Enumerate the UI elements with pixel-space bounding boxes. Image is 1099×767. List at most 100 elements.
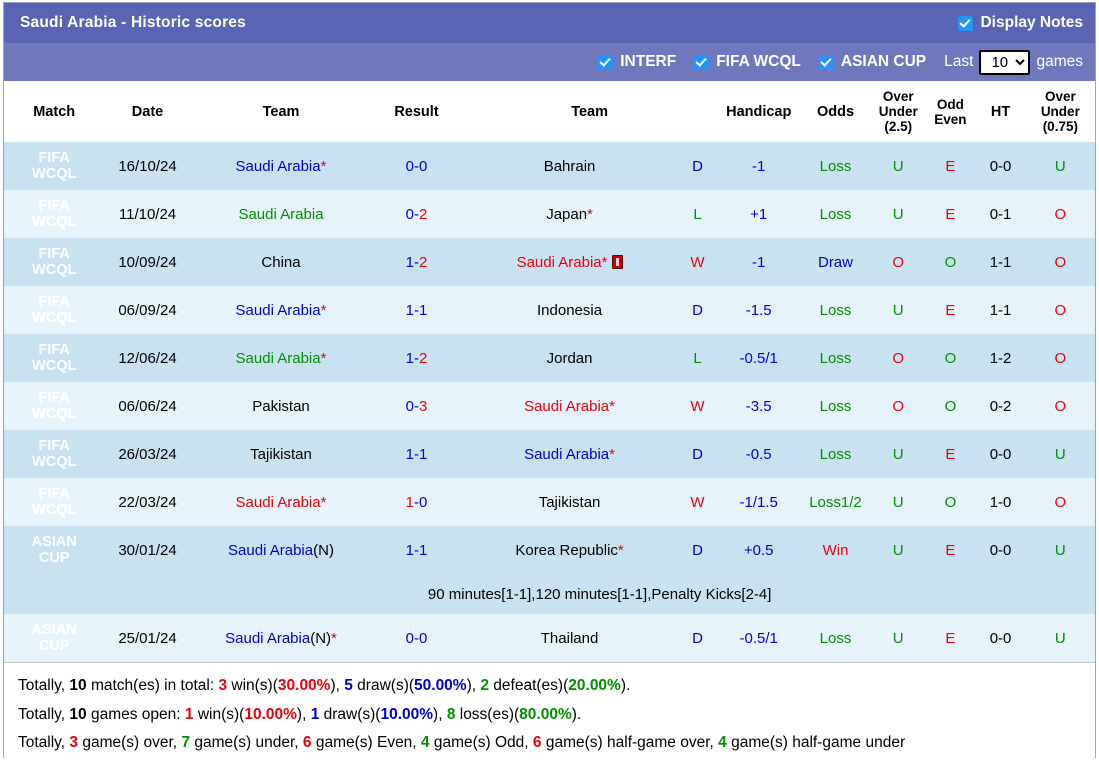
filter-fifa-wcql[interactable]: FIFA WCQL xyxy=(694,53,801,71)
interf-checkbox-icon[interactable] xyxy=(598,54,614,70)
home-team[interactable]: Saudi Arabia(N)* xyxy=(190,614,372,663)
competition-badge[interactable]: FIFA WCQL xyxy=(4,478,105,527)
match-note: 90 minutes[1-1],120 minutes[1-1],Penalty… xyxy=(104,574,1095,615)
table-row[interactable]: FIFA WCQL 12/06/24 Saudi Arabia* 1-2 Jordan L -… xyxy=(4,334,1095,383)
team-name-away[interactable]: Bahrain xyxy=(544,158,596,175)
match-result[interactable]: 0-3 xyxy=(371,382,462,431)
summary-segment: ), xyxy=(296,705,311,723)
asian-cup-checkbox-icon[interactable] xyxy=(818,54,834,70)
match-result[interactable]: 0-0 xyxy=(371,142,462,191)
competition-badge[interactable]: FIFA WCQL xyxy=(4,286,105,335)
table-row[interactable]: FIFA WCQL 06/09/24 Saudi Arabia* 1-1 Indonesi… xyxy=(4,286,1095,335)
table-row[interactable]: ASIAN CUP 25/01/24 Saudi Arabia(N)* 0-0 Thail… xyxy=(4,614,1095,663)
note-badge-spacer xyxy=(4,574,105,615)
half-time-score: 0-0 xyxy=(975,142,1026,191)
team-name-home[interactable]: Pakistan xyxy=(252,398,310,415)
score-home: 1 xyxy=(405,493,414,511)
fifa-wcql-checkbox-icon[interactable] xyxy=(694,54,710,70)
team-name-home[interactable]: Saudi Arabia xyxy=(228,542,313,559)
team-name-away[interactable]: Japan xyxy=(546,206,587,223)
table-row[interactable]: FIFA WCQL 11/10/24 Saudi Arabia 0-2 Japan* L +1… xyxy=(4,190,1095,239)
summary-segment: 3 xyxy=(69,734,79,752)
competition-badge[interactable]: FIFA WCQL xyxy=(4,190,105,239)
handicap-value: -0.5/1 xyxy=(717,334,800,383)
team-star-home: * xyxy=(320,301,327,319)
team-name-away[interactable]: Tajikistan xyxy=(539,494,601,511)
competition-badge[interactable]: ASIAN CUP xyxy=(4,526,105,575)
competition-badge[interactable]: FIFA WCQL xyxy=(4,334,105,383)
away-team[interactable]: Japan* xyxy=(461,190,678,239)
team-name-away[interactable]: Indonesia xyxy=(537,302,602,319)
team-name-home[interactable]: Saudi Arabia xyxy=(236,494,321,511)
away-team[interactable]: Indonesia xyxy=(461,286,678,335)
team-name-home[interactable]: Tajikistan xyxy=(250,446,312,463)
games-count-select[interactable]: 10203050 xyxy=(979,49,1031,75)
odds-result: Loss xyxy=(799,190,872,239)
col-over-under-25: Over Under (2.5) xyxy=(871,81,926,143)
home-team[interactable]: Saudi Arabia* xyxy=(190,142,372,191)
team-name-away[interactable]: Jordan xyxy=(547,350,593,367)
table-row[interactable]: FIFA WCQL 16/10/24 Saudi Arabia* 0-0 Bahrain D… xyxy=(4,142,1095,191)
competition-badge[interactable]: FIFA WCQL xyxy=(4,142,105,191)
team-name-away[interactable]: Saudi Arabia xyxy=(524,398,609,415)
home-team[interactable]: Saudi Arabia* xyxy=(190,334,372,383)
competition-badge[interactable]: FIFA WCQL xyxy=(4,430,105,479)
score-home: 0 xyxy=(405,157,414,175)
over-under-075-value: O xyxy=(1025,238,1095,287)
away-team[interactable]: Thailand xyxy=(461,614,678,663)
table-row[interactable]: FIFA WCQL 06/06/24 Pakistan 0-3 Saudi Arabia*… xyxy=(4,382,1095,431)
competition-badge[interactable]: FIFA WCQL xyxy=(4,382,105,431)
away-team[interactable]: Saudi Arabia* xyxy=(461,382,678,431)
home-team[interactable]: Saudi Arabia(N) xyxy=(190,526,372,575)
team-name-away[interactable]: Saudi Arabia xyxy=(517,254,602,271)
half-time-score: 0-0 xyxy=(975,526,1026,575)
team-name-home[interactable]: Saudi Arabia xyxy=(236,158,321,175)
last-games-selector[interactable]: Last 10203050 games xyxy=(944,49,1083,75)
table-row[interactable]: FIFA WCQL 22/03/24 Saudi Arabia* 1-0 Tajikist… xyxy=(4,478,1095,527)
match-result[interactable]: 1-2 xyxy=(371,238,462,287)
match-result[interactable]: 1-1 xyxy=(371,430,462,479)
home-team[interactable]: Saudi Arabia* xyxy=(190,478,372,527)
away-team[interactable]: Korea Republic* xyxy=(461,526,678,575)
home-team[interactable]: Pakistan xyxy=(190,382,372,431)
over-under-075-value: U xyxy=(1025,142,1095,191)
match-result[interactable]: 0-0 xyxy=(371,614,462,663)
team-name-home[interactable]: Saudi Arabia xyxy=(236,302,321,319)
team-name-away[interactable]: Saudi Arabia xyxy=(524,446,609,463)
display-notes-checkbox-icon[interactable] xyxy=(958,15,974,31)
half-time-score: 0-1 xyxy=(975,190,1026,239)
team-name-home[interactable]: Saudi Arabia xyxy=(238,206,323,223)
match-result[interactable]: 1-0 xyxy=(371,478,462,527)
team-name-home[interactable]: Saudi Arabia xyxy=(236,350,321,367)
match-result[interactable]: 0-2 xyxy=(371,190,462,239)
away-team[interactable]: Jordan xyxy=(461,334,678,383)
home-team[interactable]: Tajikistan xyxy=(190,430,372,479)
competition-badge-line1: ASIAN xyxy=(31,622,77,639)
match-result[interactable]: 1-1 xyxy=(371,526,462,575)
away-team[interactable]: Saudi Arabia* xyxy=(461,430,678,479)
col-result: Result xyxy=(371,81,462,143)
display-notes-toggle[interactable]: Display Notes xyxy=(958,14,1083,32)
table-row[interactable]: FIFA WCQL 10/09/24 China 1-2 Saudi Arabia* W -1… xyxy=(4,238,1095,287)
summary-segment: game(s) Odd, xyxy=(429,734,533,752)
table-row[interactable]: ASIAN CUP 30/01/24 Saudi Arabia(N) 1-1 Korea … xyxy=(4,526,1095,575)
table-row[interactable]: FIFA WCQL 26/03/24 Tajikistan 1-1 Saudi Arabi… xyxy=(4,430,1095,479)
summary-segment: match(es) in total: xyxy=(86,677,219,695)
competition-badge-line1: FIFA xyxy=(38,246,70,263)
home-team[interactable]: China xyxy=(190,238,372,287)
team-name-away[interactable]: Thailand xyxy=(541,630,599,647)
home-team[interactable]: Saudi Arabia xyxy=(190,190,372,239)
away-team[interactable]: Saudi Arabia* xyxy=(461,238,678,287)
match-result[interactable]: 1-2 xyxy=(371,334,462,383)
away-team[interactable]: Tajikistan xyxy=(461,478,678,527)
match-result[interactable]: 1-1 xyxy=(371,286,462,335)
away-team[interactable]: Bahrain xyxy=(461,142,678,191)
team-name-home[interactable]: Saudi Arabia xyxy=(225,630,310,647)
competition-badge[interactable]: FIFA WCQL xyxy=(4,238,105,287)
competition-badge[interactable]: ASIAN CUP xyxy=(4,614,105,663)
home-team[interactable]: Saudi Arabia* xyxy=(190,286,372,335)
team-name-away[interactable]: Korea Republic xyxy=(515,542,618,559)
filter-interf[interactable]: INTERF xyxy=(598,53,676,71)
team-name-home[interactable]: China xyxy=(261,254,300,271)
filter-asian-cup[interactable]: ASIAN CUP xyxy=(818,53,926,71)
